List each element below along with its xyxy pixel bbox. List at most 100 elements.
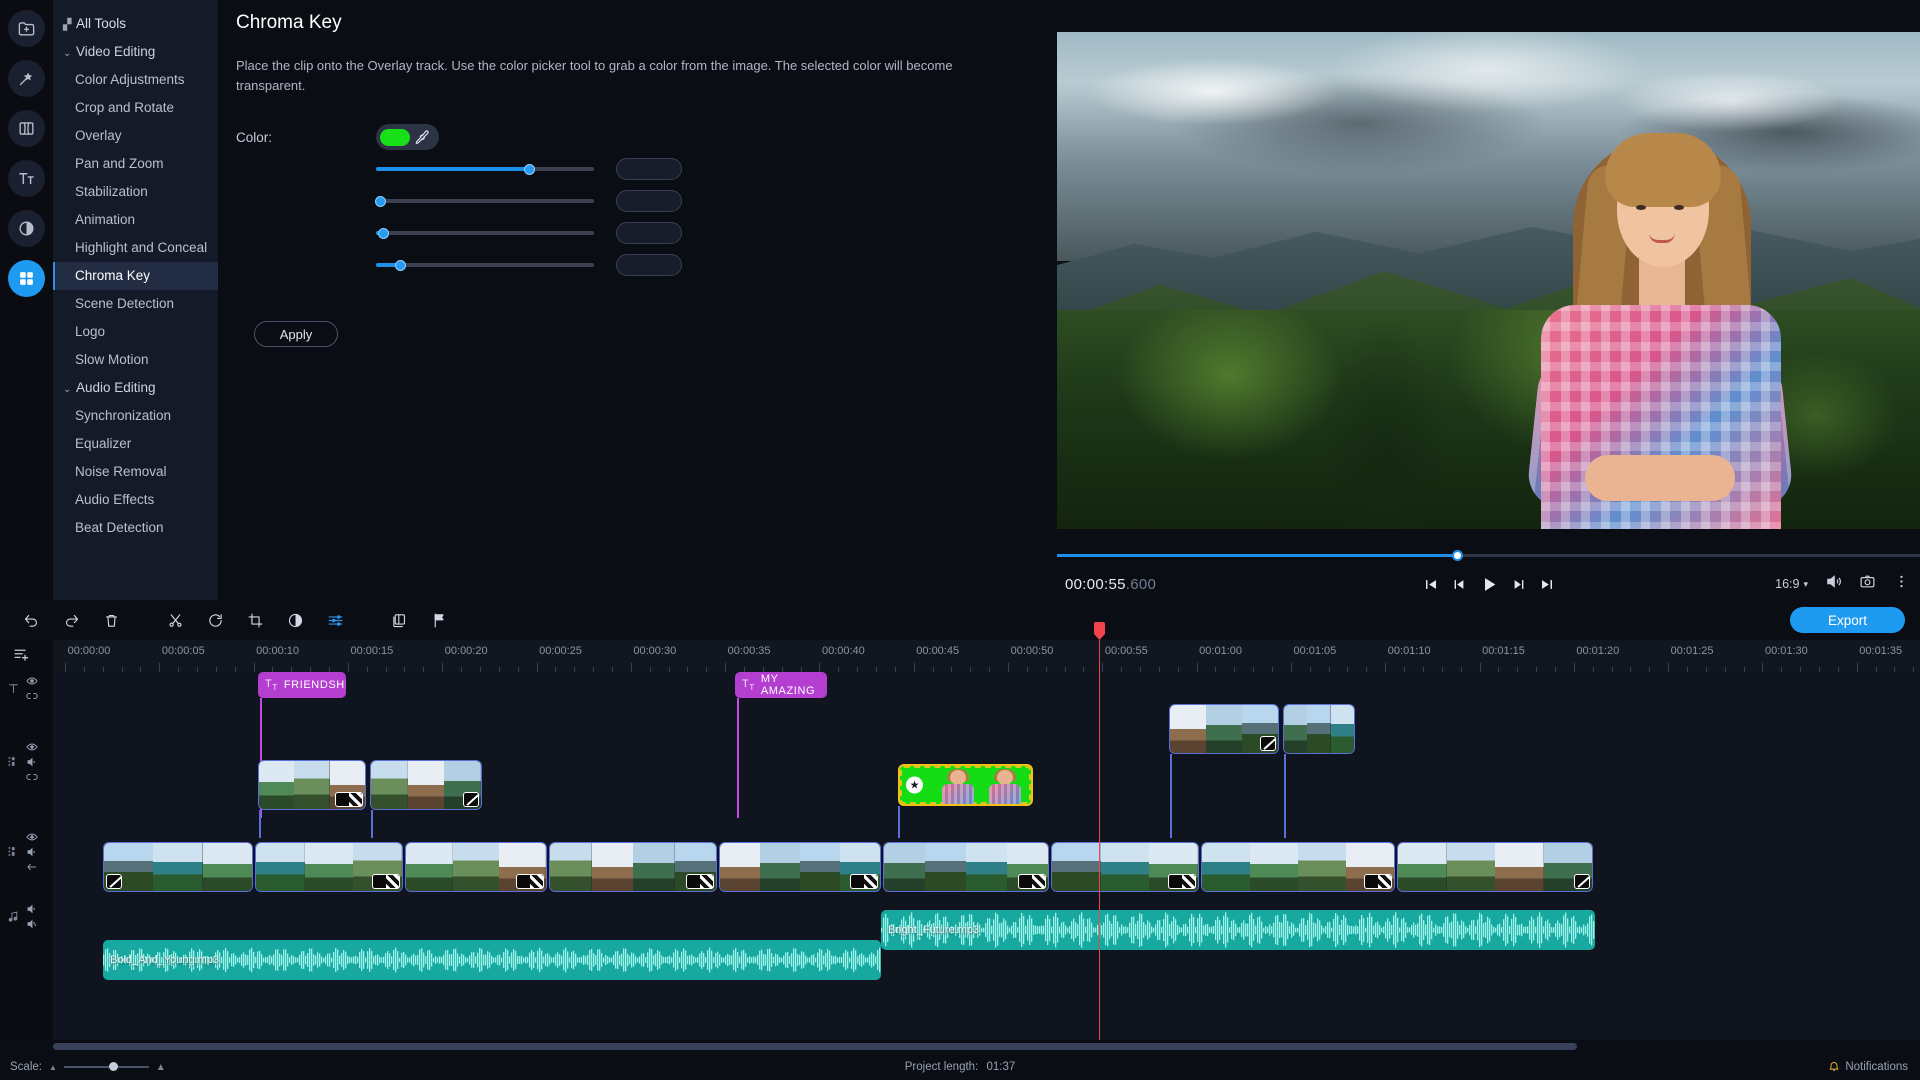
sidebar-item-stabilization[interactable]: Stabilization bbox=[53, 178, 218, 206]
previous-frame-button[interactable] bbox=[1451, 577, 1466, 592]
sidebar-item-beat-detection[interactable]: Beat Detection bbox=[53, 514, 218, 542]
snapshot-camera-icon[interactable] bbox=[1859, 573, 1876, 595]
arrow-left-icon[interactable] bbox=[26, 860, 38, 873]
filters-icon[interactable] bbox=[8, 210, 45, 247]
main-video-clip[interactable] bbox=[883, 842, 1049, 892]
sidebar-item-audio-editing[interactable]: ⌄ Audio Editing bbox=[53, 374, 218, 402]
opacity-slider[interactable] bbox=[376, 255, 594, 275]
scale-slider-handle[interactable] bbox=[109, 1062, 119, 1071]
sidebar-item-video-editing[interactable]: ⌄ Video Editing bbox=[53, 38, 218, 66]
color-swatch[interactable] bbox=[380, 128, 410, 146]
rotate-button[interactable] bbox=[202, 607, 228, 633]
link-icon[interactable] bbox=[26, 689, 38, 702]
timeline-scrollbar[interactable] bbox=[53, 1043, 1577, 1050]
audio-clip[interactable]: Bold_And_Young.mp3 bbox=[103, 940, 881, 980]
main-video-clip[interactable] bbox=[549, 842, 717, 892]
edges-slider[interactable] bbox=[376, 223, 594, 243]
speaker-icon[interactable] bbox=[26, 755, 38, 768]
main-video-clip[interactable] bbox=[719, 842, 881, 892]
sidebar-item-animation[interactable]: Animation bbox=[53, 206, 218, 234]
aspect-ratio-selector[interactable]: 16:9 ▾ bbox=[1775, 577, 1808, 591]
sidebar-item-synchronization[interactable]: Synchronization bbox=[53, 402, 218, 430]
eye-icon[interactable] bbox=[26, 740, 38, 753]
overlay-clip-hiker[interactable] bbox=[1283, 704, 1355, 754]
titles-text-icon[interactable] bbox=[8, 160, 45, 197]
overlay-clip-selfie[interactable] bbox=[1169, 704, 1279, 754]
main-video-clip[interactable] bbox=[1397, 842, 1593, 892]
seek-handle[interactable] bbox=[1452, 550, 1464, 561]
slider-handle[interactable] bbox=[523, 163, 535, 175]
main-video-clip[interactable] bbox=[103, 842, 253, 892]
more-tools-icon[interactable] bbox=[8, 260, 45, 297]
timeline-ruler[interactable]: 00:00:00 00:00:05 00:00:10 00:00:15 00:00:20… bbox=[53, 640, 1920, 672]
video-preview-frame[interactable] bbox=[1057, 32, 1920, 529]
speaker-icon[interactable] bbox=[26, 845, 38, 858]
no-transition-badge[interactable] bbox=[106, 874, 122, 889]
favorite-star-icon[interactable]: ★ bbox=[906, 776, 923, 794]
chroma-key-clip[interactable]: ★ bbox=[898, 764, 1033, 806]
audio-clip[interactable]: Bright_Future.mp3 bbox=[881, 910, 1595, 950]
next-frame-button[interactable] bbox=[1511, 577, 1526, 592]
sidebar-item-scene-detection[interactable]: Scene Detection bbox=[53, 290, 218, 318]
color-adjust-button[interactable] bbox=[282, 607, 308, 633]
no-transition-badge[interactable] bbox=[1574, 874, 1590, 889]
volume-icon[interactable] bbox=[1825, 573, 1842, 595]
clip-properties-button[interactable] bbox=[386, 607, 412, 633]
transition-badge[interactable] bbox=[686, 874, 714, 889]
preview-seek-bar[interactable] bbox=[1057, 548, 1920, 562]
no-transition-badge[interactable] bbox=[1260, 736, 1276, 751]
play-button[interactable] bbox=[1479, 575, 1498, 594]
notifications-button[interactable]: Notifications bbox=[1828, 1060, 1908, 1075]
eyedropper-icon[interactable] bbox=[414, 129, 430, 145]
apply-button[interactable]: Apply bbox=[254, 321, 338, 347]
no-transition-badge[interactable] bbox=[463, 792, 479, 807]
tolerance-value[interactable] bbox=[616, 158, 682, 180]
eye-icon[interactable] bbox=[26, 674, 38, 687]
transition-badge[interactable] bbox=[1168, 874, 1196, 889]
properties-sliders-button[interactable] bbox=[322, 607, 348, 633]
transition-badge[interactable] bbox=[850, 874, 878, 889]
mute-icon[interactable] bbox=[26, 917, 38, 930]
sidebar-item-color-adjustments[interactable]: Color Adjustments bbox=[53, 66, 218, 94]
overlay-clip-beach[interactable] bbox=[258, 760, 366, 810]
main-video-clip[interactable] bbox=[1201, 842, 1395, 892]
add-track-button[interactable] bbox=[13, 646, 30, 668]
scale-slider[interactable] bbox=[63, 1061, 149, 1073]
marker-flag-button[interactable] bbox=[426, 607, 452, 633]
main-video-clip[interactable] bbox=[255, 842, 403, 892]
undo-button[interactable] bbox=[18, 607, 44, 633]
edges-value[interactable] bbox=[616, 222, 682, 244]
slider-handle[interactable] bbox=[394, 259, 406, 271]
sidebar-item-pan-and-zoom[interactable]: Pan and Zoom bbox=[53, 150, 218, 178]
sidebar-item-highlight-and-conceal[interactable]: Highlight and Conceal bbox=[53, 234, 218, 262]
crop-button[interactable] bbox=[242, 607, 268, 633]
transition-badge[interactable] bbox=[1364, 874, 1392, 889]
color-picker-control[interactable] bbox=[376, 124, 439, 150]
slider-handle[interactable] bbox=[377, 227, 389, 239]
title-clip[interactable]: TT FRIENDSHIP bbox=[258, 672, 346, 698]
link-icon[interactable] bbox=[26, 770, 38, 783]
transition-badge[interactable] bbox=[372, 874, 400, 889]
more-options-icon[interactable] bbox=[1893, 573, 1910, 595]
title-clip[interactable]: TT MY AMAZING bbox=[735, 672, 827, 698]
effects-wand-icon[interactable] bbox=[8, 60, 45, 97]
sidebar-item-all-tools[interactable]: ▞ All Tools bbox=[53, 10, 218, 38]
transition-badge[interactable] bbox=[516, 874, 544, 889]
tolerance-slider[interactable] bbox=[376, 159, 594, 179]
opacity-value[interactable] bbox=[616, 254, 682, 276]
noise-value[interactable] bbox=[616, 190, 682, 212]
zoom-out-icon[interactable]: ▲ bbox=[49, 1063, 57, 1072]
sidebar-item-audio-effects[interactable]: Audio Effects bbox=[53, 486, 218, 514]
playhead[interactable] bbox=[1094, 622, 1105, 1040]
zoom-in-icon[interactable]: ▲ bbox=[156, 1062, 166, 1073]
sidebar-item-logo[interactable]: Logo bbox=[53, 318, 218, 346]
sidebar-item-crop-and-rotate[interactable]: Crop and Rotate bbox=[53, 94, 218, 122]
speaker-icon[interactable] bbox=[26, 902, 38, 915]
redo-button[interactable] bbox=[58, 607, 84, 633]
transitions-icon[interactable] bbox=[8, 110, 45, 147]
slider-handle[interactable] bbox=[375, 195, 387, 207]
import-media-icon[interactable] bbox=[8, 10, 45, 47]
transition-badge[interactable] bbox=[1018, 874, 1046, 889]
sidebar-item-overlay[interactable]: Overlay bbox=[53, 122, 218, 150]
eye-icon[interactable] bbox=[26, 830, 38, 843]
